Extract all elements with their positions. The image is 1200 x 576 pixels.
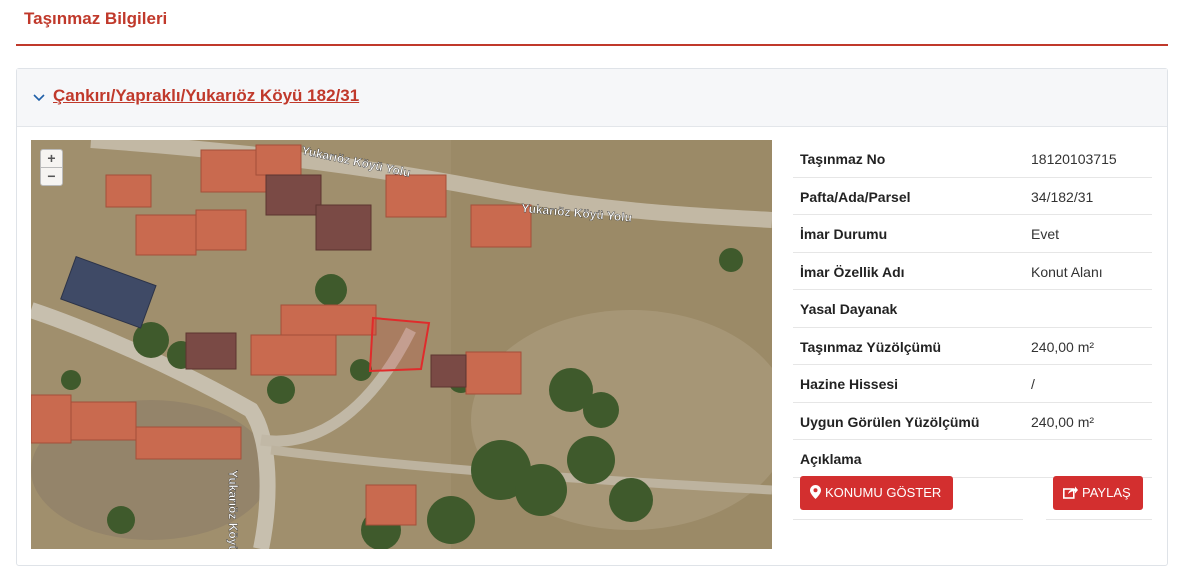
parcel-title-link[interactable]: Çankırı/Yapraklı/Yukarıöz Köyü 182/31: [53, 86, 359, 106]
info-row: Taşınmaz Yüzölçümü 240,00 m²: [793, 328, 1152, 365]
zoom-control: + −: [40, 149, 63, 186]
info-label: Taşınmaz Yüzölçümü: [800, 338, 942, 355]
divider: [793, 519, 1023, 520]
show-location-button[interactable]: KONUMU GÖSTER: [800, 476, 954, 510]
info-label: Taşınmaz No: [800, 151, 886, 167]
divider: [1046, 519, 1152, 520]
parcel-info-table: Taşınmaz No 18120103715 Pafta/Ada/Parsel 34…: [793, 140, 1152, 478]
info-value: 240,00 m²: [1031, 338, 1095, 355]
share-icon: [1063, 486, 1078, 499]
share-label: PAYLAŞ: [1082, 485, 1131, 500]
parcel-card-header[interactable]: Çankırı/Yapraklı/Yukarıöz Köyü 182/31: [17, 69, 1167, 127]
info-row: Pafta/Ada/Parsel 34/182/31: [793, 178, 1152, 215]
page-title: Taşınmaz Bilgileri: [24, 9, 168, 28]
info-row: İmar Durumu Evet: [793, 215, 1152, 253]
chevron-down-icon[interactable]: [33, 91, 45, 103]
info-label: Yasal Dayanak: [800, 301, 898, 317]
page-header: Taşınmaz Bilgileri: [16, 0, 1168, 46]
info-label: Uygun Görülen Yüzölçümü: [800, 413, 980, 430]
zoom-in-button[interactable]: +: [41, 150, 62, 167]
info-label: Hazine Hissesi: [800, 376, 899, 392]
show-location-label: KONUMU GÖSTER: [825, 485, 942, 500]
zoom-out-button[interactable]: −: [41, 167, 62, 185]
map-imagery: Yukarıöz Köyü Yolu Yukarıöz Köyü Yolu Yu…: [31, 140, 772, 549]
road-label: Yukarıöz Köyü Yolu: [226, 470, 240, 549]
info-value: 18120103715: [1031, 151, 1117, 167]
info-value: 240,00 m²: [1031, 413, 1095, 430]
info-value: Evet: [1031, 226, 1060, 242]
info-label: İmar Özellik Adı: [800, 263, 905, 280]
info-row: Açıklama: [793, 440, 1152, 478]
info-row: Hazine Hissesi /: [793, 365, 1152, 403]
info-row: İmar Özellik Adı Konut Alanı: [793, 253, 1152, 290]
satellite-map[interactable]: Yukarıöz Köyü Yolu Yukarıöz Köyü Yolu Yu…: [31, 140, 772, 549]
info-label: İmar Durumu: [800, 226, 888, 242]
info-label: Pafta/Ada/Parsel: [800, 188, 911, 205]
info-value: Konut Alanı: [1031, 263, 1103, 280]
info-row: Yasal Dayanak: [793, 290, 1152, 328]
info-value: 34/182/31: [1031, 188, 1094, 205]
map-marker-icon: [810, 485, 821, 499]
info-label: Açıklama: [800, 451, 862, 467]
share-button[interactable]: PAYLAŞ: [1053, 476, 1143, 510]
info-row: Taşınmaz No 18120103715: [793, 140, 1152, 178]
info-row: Uygun Görülen Yüzölçümü 240,00 m²: [793, 403, 1152, 440]
info-value: /: [1031, 376, 1035, 392]
